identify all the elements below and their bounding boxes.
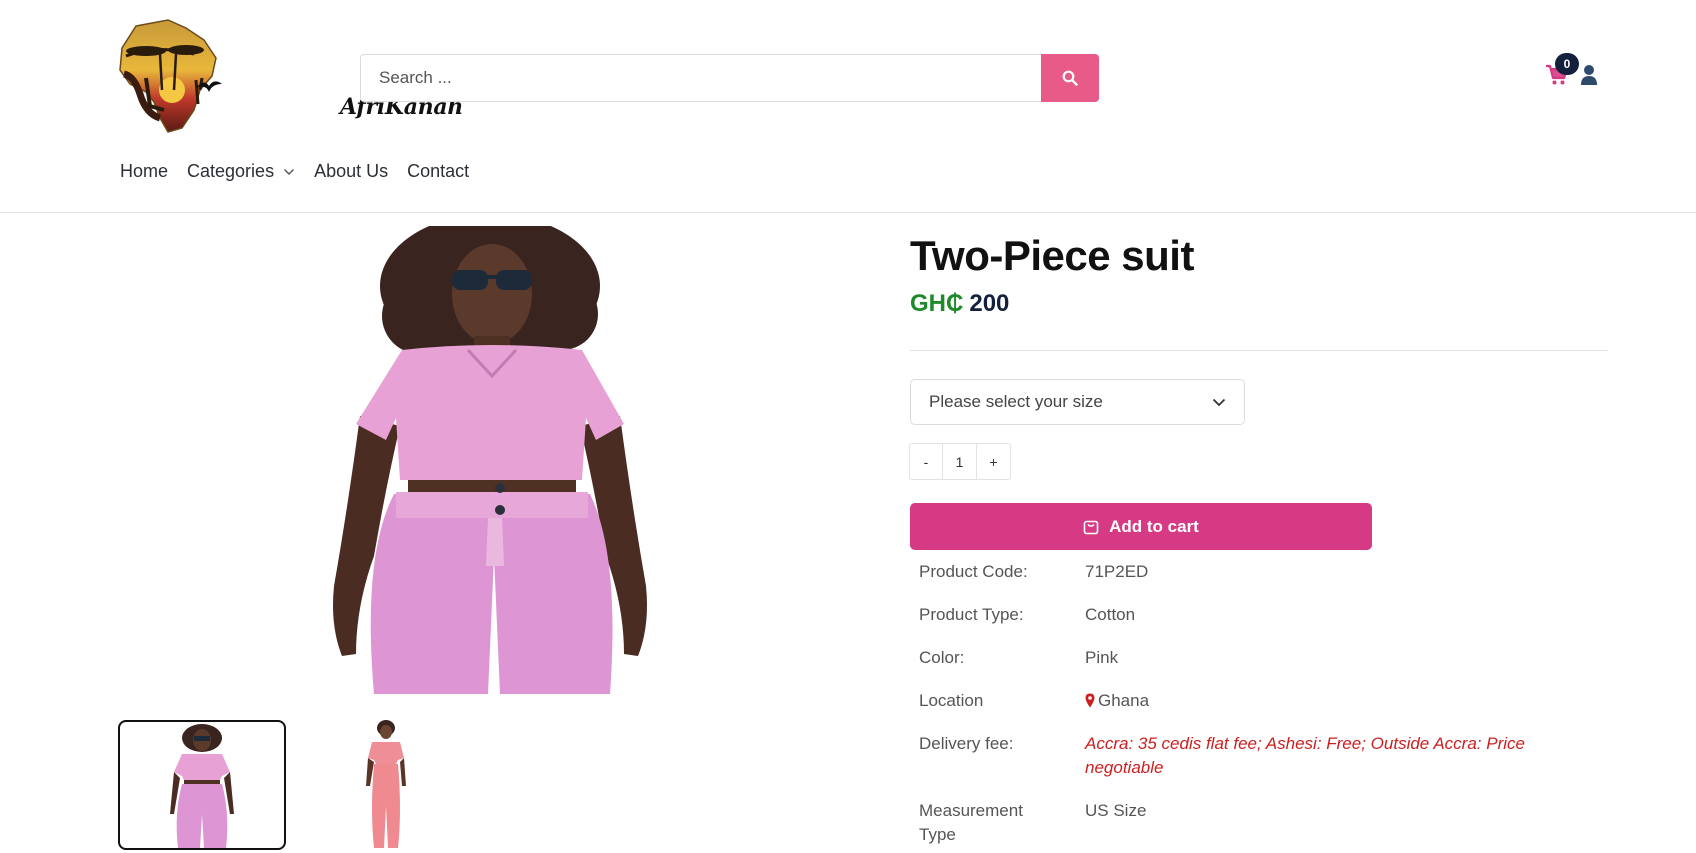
search-bar [360, 54, 1099, 102]
spec-row-delivery-fee: Delivery fee: Accra: 35 cedis flat fee; … [919, 732, 1559, 780]
product-thumbnail-1[interactable] [118, 720, 286, 850]
quantity-decrement-button[interactable]: - [910, 444, 943, 479]
spec-value-location: Ghana [1085, 689, 1559, 713]
divider [910, 350, 1608, 351]
spec-row-color: Color: Pink [919, 646, 1559, 670]
product-price: GH₵ 200 [910, 290, 1009, 318]
spec-key: Color: [919, 648, 965, 667]
site-header: AfriKanah 0 Home Categories [0, 0, 1696, 213]
bird-icon [196, 81, 222, 92]
map-pin-icon [1085, 693, 1095, 708]
quantity-increment-button[interactable]: + [977, 444, 1010, 479]
nav-contact[interactable]: Contact [407, 161, 469, 182]
spec-value: 71P2ED [1085, 562, 1149, 581]
account-button[interactable] [1580, 64, 1598, 86]
user-icon [1581, 65, 1597, 85]
cart-count-badge: 0 [1555, 53, 1579, 75]
thumbnail-image-front [170, 724, 234, 848]
spec-row-product-code: Product Code: 71P2ED [919, 560, 1559, 584]
product-specs: Product Code: 71P2ED Product Type: Cotto… [919, 560, 1559, 847]
nav-about-us[interactable]: About Us [314, 161, 388, 182]
quantity-value[interactable]: 1 [943, 444, 977, 479]
spec-row-product-type: Product Type: Cotton [919, 603, 1559, 627]
nav-home[interactable]: Home [120, 161, 168, 182]
nav-contact-label: Contact [407, 161, 470, 181]
size-select-value: Please select your size [929, 392, 1103, 411]
search-icon [1062, 70, 1078, 86]
spec-value: Cotton [1085, 605, 1136, 624]
product-thumbnail-2[interactable] [320, 720, 440, 850]
location-text: Ghana [1098, 691, 1150, 710]
nav-home-label: Home [120, 161, 169, 181]
product-main-image[interactable] [290, 214, 670, 694]
chevron-down-icon [284, 168, 295, 175]
spec-row-location: Location Ghana [919, 689, 1559, 713]
nav-categories[interactable]: Categories [187, 161, 295, 182]
spec-value: Pink [1085, 648, 1119, 667]
main-nav: Home Categories About Us Contact [120, 161, 488, 182]
spec-key: Product Code: [919, 562, 1028, 581]
spec-key: Product Type: [919, 605, 1024, 624]
spec-key: Measurement Type [919, 801, 1023, 844]
price-amount: 200 [969, 290, 1010, 317]
chevron-down-icon [1212, 398, 1226, 406]
search-button[interactable] [1041, 54, 1099, 102]
spec-value: US Size [1085, 801, 1147, 820]
size-select[interactable]: Please select your size [910, 379, 1245, 425]
add-to-cart-button[interactable]: Add to cart [910, 503, 1372, 550]
spec-row-measurement-type: Measurement Type US Size [919, 799, 1559, 847]
spec-key: Delivery fee: [919, 734, 1014, 753]
price-currency: GH₵ [910, 290, 964, 317]
nav-about-label: About Us [314, 161, 389, 181]
model-pink-suit-image [333, 214, 647, 694]
search-input[interactable] [360, 54, 1041, 102]
product-title: Two-Piece suit [910, 232, 1194, 279]
shopping-bag-icon [1083, 520, 1099, 535]
spec-value-delivery: Accra: 35 cedis flat fee; Ashesi: Free; … [1085, 734, 1525, 777]
spec-key: Location [919, 691, 984, 710]
nav-categories-label: Categories [187, 161, 275, 181]
thumbnail-image-side [366, 720, 406, 848]
add-to-cart-label: Add to cart [1109, 516, 1199, 536]
quantity-stepper: - 1 + [909, 443, 1011, 480]
afrikanah-logo[interactable]: AfriKanah [116, 18, 463, 134]
